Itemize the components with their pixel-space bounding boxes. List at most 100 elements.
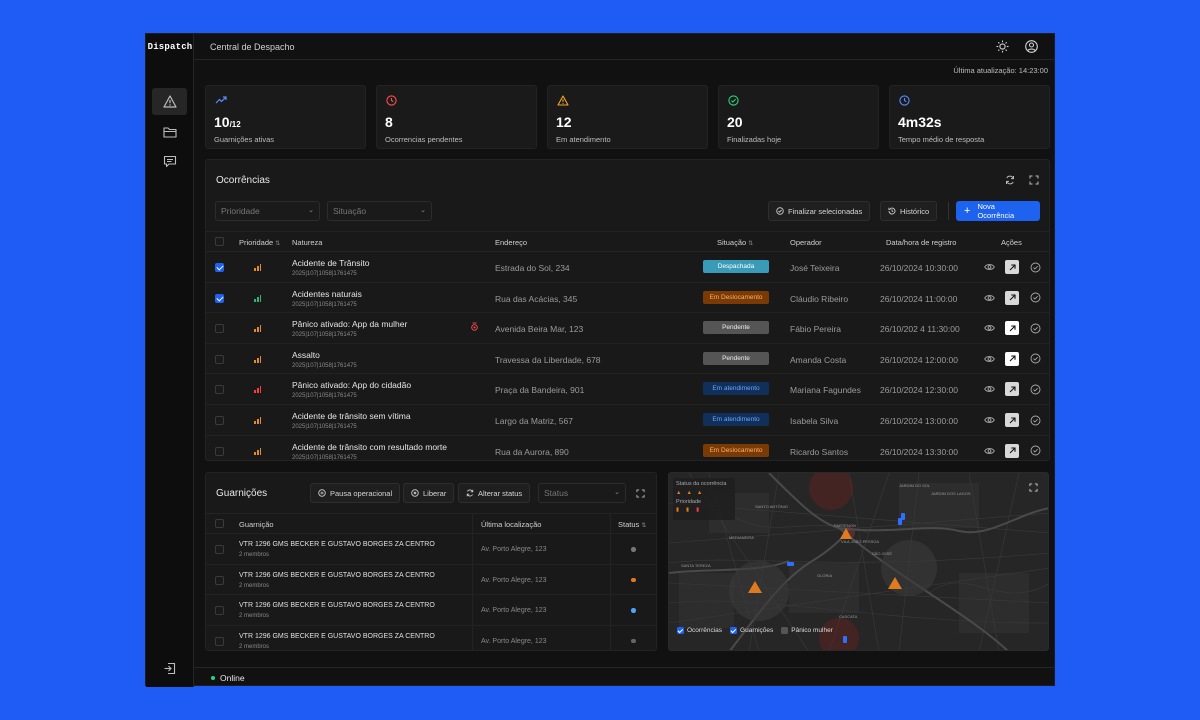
stat-label: Tempo médio de resposta bbox=[898, 135, 985, 144]
table-row[interactable]: Assalto 2025|107|1058|1761475 Travessa d… bbox=[206, 344, 1049, 375]
garrison-name: VTR 1296 GMS BECKER E GUSTAVO BORGES ZA … bbox=[239, 571, 435, 579]
finalize-check-icon[interactable] bbox=[1028, 382, 1042, 396]
nav-occurrences-button[interactable] bbox=[152, 88, 187, 115]
row-checkbox[interactable] bbox=[215, 263, 224, 272]
change-status-button[interactable]: Alterar status bbox=[458, 483, 531, 503]
row-checkbox[interactable] bbox=[215, 416, 224, 425]
table-row[interactable]: VTR 1296 GMS BECKER E GUSTAVO BORGES ZA … bbox=[206, 595, 656, 626]
operational-pause-button[interactable]: Pausa operacional bbox=[310, 483, 401, 503]
expand-icon[interactable] bbox=[1029, 175, 1039, 185]
dispatch-arrow-icon[interactable] bbox=[1005, 413, 1019, 427]
layer-panic-toggle[interactable]: Pânico mulher bbox=[781, 627, 833, 634]
stat-value: 20 bbox=[727, 114, 743, 130]
occurrence-datetime: 26/10/2024 10:30:00 bbox=[880, 263, 958, 273]
view-eye-icon[interactable] bbox=[982, 382, 996, 396]
row-checkbox[interactable] bbox=[215, 606, 224, 615]
finalize-check-icon[interactable] bbox=[1028, 291, 1042, 305]
col-situation[interactable]: Situação ⇅ bbox=[717, 238, 753, 247]
dispatch-arrow-icon[interactable] bbox=[1005, 290, 1019, 305]
finalize-check-icon[interactable] bbox=[1028, 444, 1042, 458]
dispatch-arrow-icon[interactable] bbox=[1005, 382, 1019, 397]
row-checkbox[interactable] bbox=[215, 446, 224, 456]
finalize-check-icon[interactable] bbox=[1028, 260, 1042, 274]
table-row[interactable]: Acidente de trânsito sem vítima 2025|107… bbox=[206, 405, 1049, 436]
row-checkbox[interactable] bbox=[215, 545, 224, 554]
table-row[interactable]: Acidentes naturais 2025|107|1058|1761475… bbox=[206, 283, 1049, 314]
col-priority[interactable]: Prioridade ⇅ bbox=[239, 238, 280, 247]
chevron-down-icon: ⌄ bbox=[420, 207, 426, 214]
table-row[interactable]: Acidente de trânsito com resultado morte… bbox=[206, 436, 1049, 460]
check-circle-icon bbox=[776, 207, 784, 215]
checkbox-icon bbox=[730, 627, 738, 634]
occurrence-code: 2025|107|1058|1761475 bbox=[292, 271, 357, 277]
row-checkbox[interactable] bbox=[215, 324, 224, 334]
release-button[interactable]: Liberar bbox=[403, 483, 455, 503]
garrison-name: VTR 1296 GMS BECKER E GUSTAVO BORGES ZA … bbox=[239, 602, 435, 609]
layer-occurrences-toggle[interactable]: Ocorrências bbox=[677, 627, 722, 634]
refresh-icon[interactable] bbox=[1005, 175, 1015, 185]
garrisons-title: Guarnições bbox=[216, 488, 268, 499]
map-panel[interactable]: JARDIM DO SOL JARDIM DOS LAGOS SANTO ANTÔ… bbox=[668, 472, 1049, 651]
priority-bars-icon bbox=[254, 325, 262, 333]
user-profile-icon[interactable] bbox=[1025, 40, 1038, 53]
select-all-checkbox[interactable] bbox=[215, 519, 224, 528]
priority-bars-icon: ▮ bbox=[696, 507, 700, 513]
view-eye-icon[interactable] bbox=[982, 444, 996, 458]
alert-triangle-icon bbox=[162, 95, 177, 108]
garrison-location: Av. Porto Alegre, 123 bbox=[481, 546, 547, 553]
finalize-check-icon[interactable] bbox=[1028, 321, 1042, 335]
layer-garrisons-toggle[interactable]: Guarnições bbox=[730, 627, 773, 634]
status-filter[interactable]: Status ⌄ bbox=[538, 483, 626, 503]
priority-bars-icon bbox=[254, 355, 262, 363]
view-eye-icon[interactable] bbox=[982, 260, 996, 274]
dispatch-arrow-icon[interactable] bbox=[1005, 443, 1019, 458]
history-button[interactable]: Histórico bbox=[880, 201, 938, 221]
row-actions bbox=[982, 290, 1042, 305]
row-checkbox[interactable] bbox=[215, 636, 224, 646]
row-checkbox[interactable] bbox=[215, 575, 224, 585]
col-status[interactable]: Status ⇅ bbox=[618, 520, 646, 529]
occurrence-nature: Acidente de Trânsito bbox=[292, 258, 370, 268]
occurrence-address: Avenida Beira Mar, 123 bbox=[495, 324, 584, 335]
expand-icon[interactable] bbox=[1029, 483, 1038, 492]
row-checkbox[interactable] bbox=[215, 293, 224, 303]
select-all-checkbox[interactable] bbox=[215, 237, 224, 246]
history-label: Histórico bbox=[900, 206, 930, 216]
row-actions bbox=[982, 321, 1042, 336]
table-row[interactable]: Pânico ativado: App do cidadão 2025|107|… bbox=[206, 374, 1049, 405]
nav-messages-button[interactable] bbox=[152, 148, 187, 175]
stat-value: 12 bbox=[556, 114, 572, 130]
table-row[interactable]: VTR 1296 GMS BECKER E GUSTAVO BORGES ZA … bbox=[206, 565, 656, 595]
occurrence-address: Travessa da Liberdade, 678 bbox=[495, 354, 601, 365]
dispatch-arrow-icon[interactable] bbox=[1005, 351, 1019, 366]
situation-filter[interactable]: Situação ⌄ bbox=[327, 201, 432, 221]
status-badge: Em atendimento bbox=[703, 413, 769, 426]
new-occurrence-button[interactable]: + Nova Ocorrência bbox=[956, 201, 1040, 221]
finalize-selected-button[interactable]: Finalizar selecionadas bbox=[768, 201, 871, 221]
stat-suffix: /12 bbox=[229, 120, 241, 129]
expand-icon[interactable] bbox=[636, 489, 645, 498]
nav-folder-button[interactable] bbox=[152, 118, 187, 145]
operational-pause-label: Pausa operacional bbox=[330, 488, 393, 498]
table-row[interactable]: VTR 1296 GMS BECKER E GUSTAVO BORGES ZA … bbox=[206, 626, 656, 651]
finalize-check-icon[interactable] bbox=[1028, 352, 1042, 366]
row-checkbox[interactable] bbox=[215, 385, 224, 395]
view-eye-icon[interactable] bbox=[982, 321, 996, 335]
close-circle-icon bbox=[411, 489, 419, 497]
view-eye-icon[interactable] bbox=[982, 413, 996, 427]
dispatch-arrow-icon[interactable] bbox=[1005, 260, 1019, 274]
view-eye-icon[interactable] bbox=[982, 352, 996, 366]
dispatch-arrow-icon[interactable] bbox=[1005, 321, 1019, 336]
occurrence-address: Rua da Aurora, 890 bbox=[495, 446, 569, 457]
status-badge: Em atendimento bbox=[703, 382, 769, 396]
finalize-check-icon[interactable] bbox=[1028, 413, 1042, 427]
logout-button[interactable] bbox=[152, 655, 187, 682]
view-eye-icon[interactable] bbox=[982, 291, 996, 305]
priority-filter[interactable]: Prioridade ⌄ bbox=[215, 201, 320, 221]
table-row[interactable]: Pânico ativado: App da mulher 2025|107|1… bbox=[206, 313, 1049, 344]
row-checkbox[interactable] bbox=[215, 354, 224, 364]
table-row[interactable]: VTR 1296 GMS BECKER E GUSTAVO BORGES ZA … bbox=[206, 534, 656, 565]
table-row[interactable]: Acidente de Trânsito 2025|107|1058|17614… bbox=[206, 252, 1049, 283]
theme-toggle-icon[interactable] bbox=[996, 40, 1009, 53]
stat-label: Ocorrencias pendentes bbox=[385, 135, 463, 144]
